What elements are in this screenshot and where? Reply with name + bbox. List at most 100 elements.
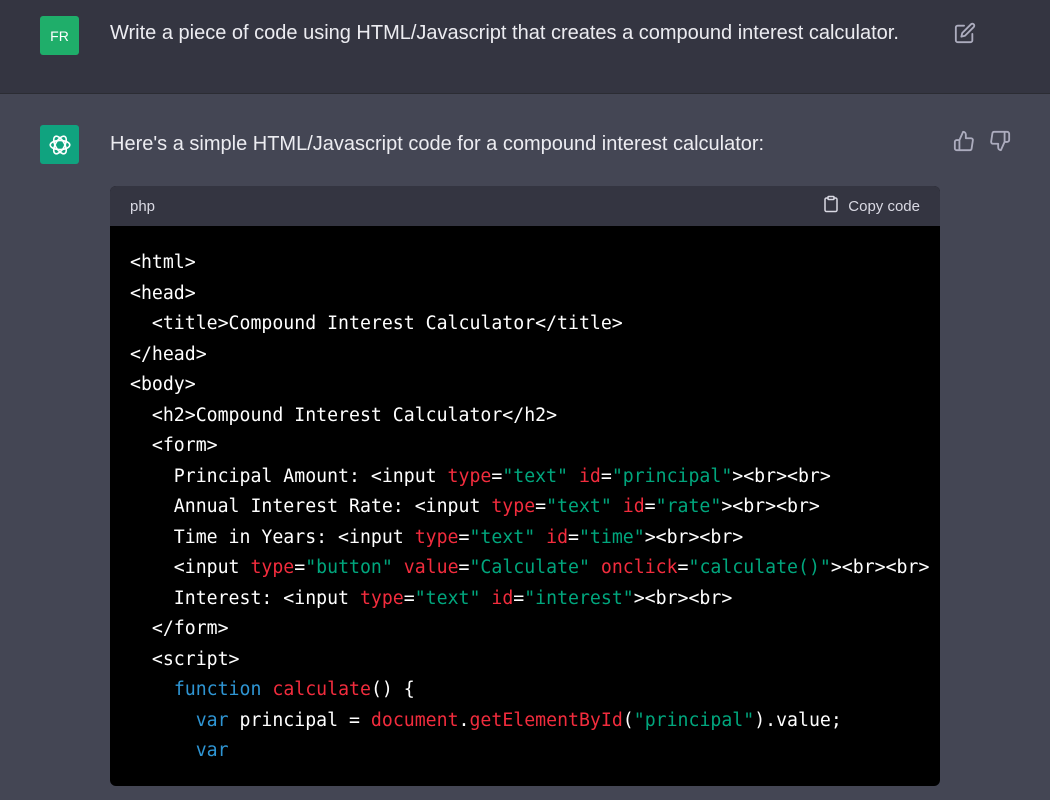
code-token: = [458, 526, 470, 548]
code-token: type [414, 526, 459, 548]
code-token: = [491, 465, 503, 487]
code-line: <form> [130, 431, 920, 462]
code-block-header: php Copy code [110, 186, 940, 226]
copy-code-label: Copy code [848, 197, 920, 215]
user-message-text: Write a piece of code using HTML/Javascr… [110, 22, 899, 44]
code-token: = [677, 557, 689, 578]
copy-code-button[interactable]: Copy code [822, 195, 920, 217]
code-token: type [447, 465, 492, 487]
code-token: function [173, 679, 262, 700]
code-token: id [578, 465, 601, 487]
code-token: <input [130, 557, 251, 578]
thumbs-down-icon[interactable] [989, 130, 1011, 152]
code-token: "text" [502, 465, 569, 487]
code-token: "rate" [655, 496, 722, 517]
code-token: var [195, 709, 229, 731]
code-token: id [546, 526, 569, 548]
code-token: id [491, 587, 514, 609]
code-token: "text" [414, 587, 481, 609]
code-line: <title>Compound Interest Calculator</tit… [130, 309, 920, 340]
code-token: principal = [228, 709, 371, 731]
code-token: "text" [546, 496, 612, 517]
code-token: "calculate()" [688, 557, 831, 578]
code-token: "principal" [633, 709, 755, 731]
code-line: </form> [130, 614, 920, 645]
code-token: ( [622, 709, 634, 731]
code-token: = [513, 587, 525, 609]
code-line: var principal = document.getElementById(… [130, 706, 920, 737]
code-token: <form> [130, 435, 218, 456]
code-token: <h2>Compound Interest Calculator</h2> [130, 404, 558, 426]
code-token: type [359, 587, 404, 609]
code-token: "text" [469, 526, 536, 548]
code-token: ><br><br> [633, 587, 733, 609]
code-token: ><br><br> [732, 465, 831, 487]
code-token: = [403, 587, 415, 609]
code-token: Interest: <input [130, 587, 360, 609]
code-line: <input type="button" value="Calculate" o… [130, 553, 930, 584]
code-token: "Calculate" [469, 557, 590, 578]
code-token: <script> [130, 648, 240, 670]
code-token: type [250, 557, 295, 578]
code-line: Principal Amount: <input type="text" id=… [130, 462, 920, 493]
code-token: = [568, 526, 579, 548]
code-token: type [491, 496, 536, 517]
code-token: ).value; [754, 709, 842, 731]
code-token: onclick [600, 557, 678, 578]
code-line: <body> [130, 370, 920, 401]
code-token: <head> [130, 282, 196, 304]
clipboard-icon [822, 194, 840, 218]
assistant-message-text: Here's a simple HTML/Javascript code for… [110, 133, 765, 155]
code-token: "button" [305, 557, 393, 578]
code-line: <script> [130, 645, 920, 676]
code-content: <html> <head> <title>Compound Interest Ca… [110, 226, 940, 767]
code-token: <title>Compound Interest Calculator</tit… [130, 313, 623, 334]
code-line: <html> [130, 248, 920, 279]
code-token: ><br><br> [830, 557, 930, 578]
code-token: var [195, 740, 229, 761]
code-block: php Copy code <html> <head> <title>Compou… [110, 186, 940, 786]
user-avatar: FR [40, 16, 79, 55]
code-line: <h2>Compound Interest Calculator</h2> [130, 401, 920, 432]
code-token: . [458, 709, 470, 731]
code-token: <html> [130, 252, 196, 273]
code-token: document [370, 709, 459, 731]
code-token: calculate [272, 679, 371, 700]
code-line: Time in Years: <input type="text" id="ti… [130, 523, 920, 554]
thumbs-up-icon[interactable] [953, 130, 975, 152]
user-message-row: FR Write a piece of code using HTML/Java… [0, 0, 1050, 94]
code-token: Principal Amount: <input [130, 465, 448, 487]
code-token: "time" [578, 526, 645, 548]
code-line: Interest: <input type="text" id="interes… [130, 584, 920, 615]
code-token: ><br><br> [721, 496, 820, 517]
code-line: var [130, 736, 920, 767]
code-token: = [644, 496, 656, 517]
code-token: = [600, 465, 612, 487]
edit-icon[interactable] [954, 22, 976, 44]
code-token: </form> [130, 618, 229, 639]
code-token: Time in Years: <input [130, 526, 415, 548]
code-line: </head> [130, 340, 920, 371]
code-token: ><br><br> [644, 526, 744, 548]
code-line: function calculate() { [130, 675, 920, 706]
code-token: <body> [130, 374, 196, 395]
assistant-message-row: Here's a simple HTML/Javascript code for… [0, 94, 1050, 800]
code-token: = [458, 557, 470, 578]
code-token: "principal" [611, 465, 733, 487]
code-token: () { [370, 679, 415, 700]
code-language-label: php [130, 198, 156, 215]
code-token: id [622, 496, 645, 517]
code-line: Annual Interest Rate: <input type="text"… [130, 492, 920, 523]
code-token: = [294, 557, 306, 578]
code-token: value [403, 557, 459, 578]
openai-logo-icon [40, 125, 79, 164]
